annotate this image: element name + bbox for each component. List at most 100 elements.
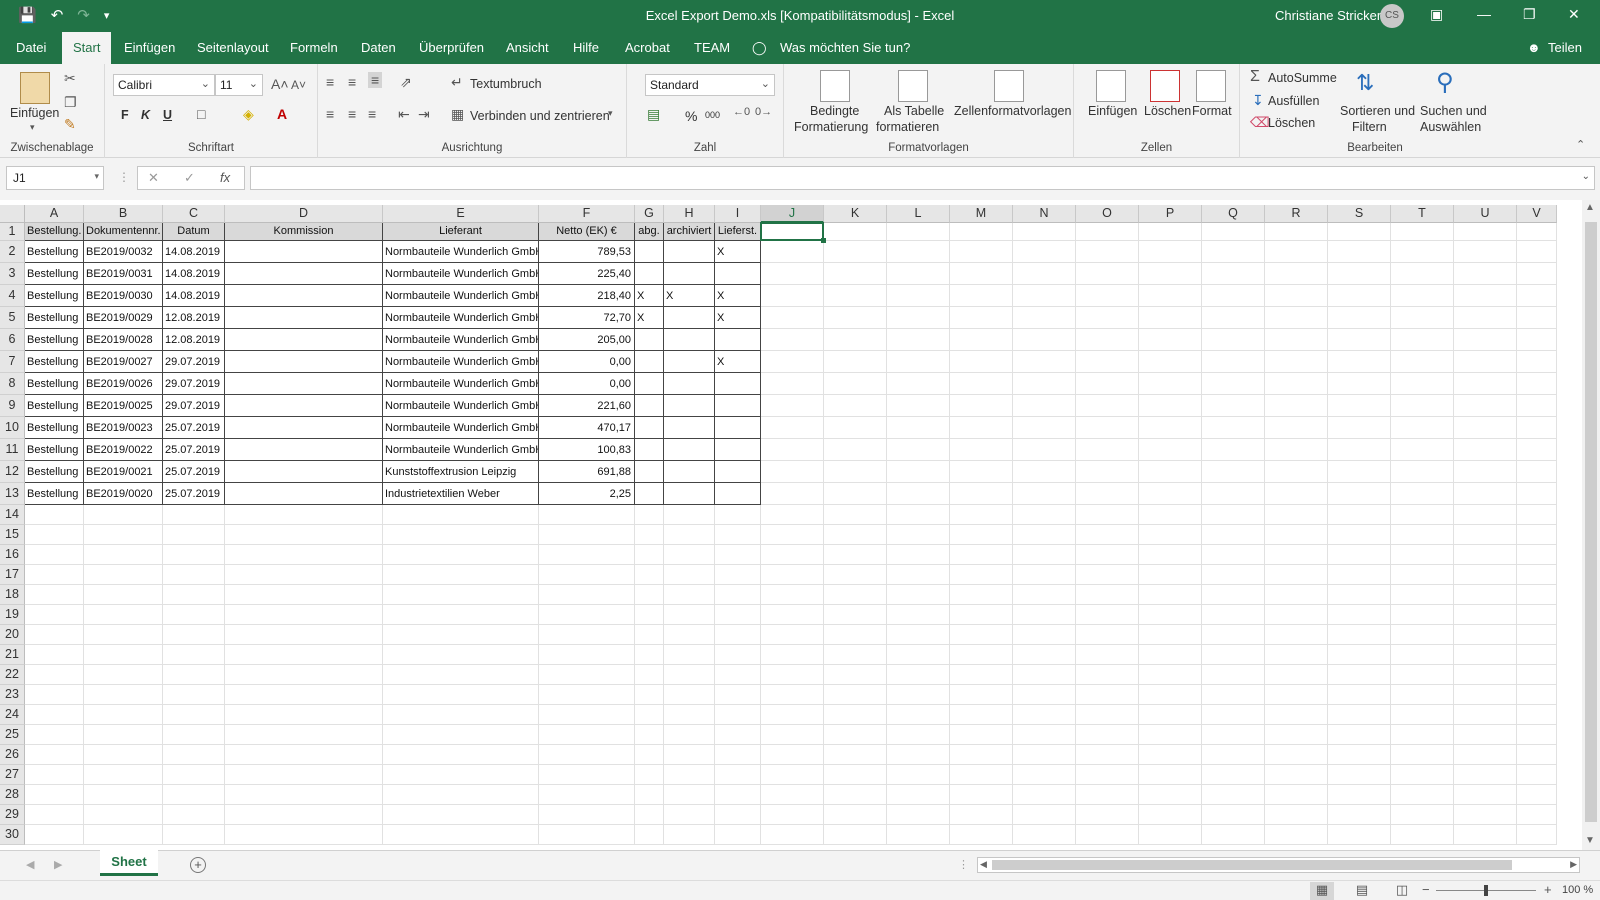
table-cell[interactable]	[225, 461, 383, 483]
empty-cell[interactable]	[539, 505, 635, 525]
empty-cell[interactable]	[1076, 263, 1139, 285]
table-cell[interactable]: 2,25	[539, 483, 635, 505]
empty-cell[interactable]	[84, 625, 163, 645]
merge-icon[interactable]: ▦	[451, 106, 464, 123]
empty-cell[interactable]	[664, 565, 715, 585]
empty-cell[interactable]	[1013, 825, 1076, 845]
horizontal-scrollbar[interactable]: ◀ ▶	[977, 857, 1580, 873]
column-header-n[interactable]: N	[1013, 205, 1076, 223]
empty-cell[interactable]	[1391, 645, 1454, 665]
empty-cell[interactable]	[1328, 805, 1391, 825]
empty-cell[interactable]	[1202, 483, 1265, 505]
empty-cell[interactable]	[715, 725, 761, 745]
empty-cell[interactable]	[635, 505, 664, 525]
empty-cell[interactable]	[1454, 505, 1517, 525]
scroll-left-icon[interactable]: ◀	[980, 859, 987, 870]
empty-cell[interactable]	[1139, 505, 1202, 525]
empty-cell[interactable]	[1013, 307, 1076, 329]
empty-cell[interactable]	[1517, 285, 1557, 307]
empty-cell[interactable]	[761, 439, 824, 461]
empty-cell[interactable]	[1391, 307, 1454, 329]
empty-cell[interactable]	[1202, 505, 1265, 525]
empty-cell[interactable]	[715, 645, 761, 665]
empty-cell[interactable]	[761, 585, 824, 605]
tab-seitenlayout[interactable]: Seitenlayout	[197, 40, 269, 55]
empty-cell[interactable]	[761, 825, 824, 845]
empty-cell[interactable]	[225, 765, 383, 785]
empty-cell[interactable]	[383, 505, 539, 525]
empty-cell[interactable]	[824, 525, 887, 545]
table-cell[interactable]	[225, 241, 383, 263]
align-center-icon[interactable]: ≡	[348, 106, 356, 122]
empty-cell[interactable]	[887, 745, 950, 765]
empty-cell[interactable]	[761, 745, 824, 765]
empty-cell[interactable]	[1265, 545, 1328, 565]
empty-cell[interactable]	[824, 241, 887, 263]
row-header[interactable]: 17	[0, 565, 25, 585]
empty-cell[interactable]	[824, 785, 887, 805]
empty-cell[interactable]	[383, 705, 539, 725]
empty-cell[interactable]	[1454, 525, 1517, 545]
empty-cell[interactable]	[887, 565, 950, 585]
format-as-table-label-2[interactable]: formatieren	[876, 120, 939, 134]
empty-cell[interactable]	[887, 263, 950, 285]
table-cell[interactable]: 12.08.2019	[163, 307, 225, 329]
empty-cell[interactable]	[761, 395, 824, 417]
sort-filter-icon[interactable]: ⇅	[1356, 70, 1374, 96]
empty-cell[interactable]	[635, 825, 664, 845]
empty-cell[interactable]	[664, 725, 715, 745]
table-cell[interactable]	[664, 351, 715, 373]
empty-cell[interactable]	[1076, 565, 1139, 585]
empty-cell[interactable]	[1139, 351, 1202, 373]
header-cell[interactable]: archiviert	[664, 223, 715, 241]
empty-cell[interactable]	[1265, 645, 1328, 665]
empty-cell[interactable]	[715, 685, 761, 705]
empty-cell[interactable]	[1013, 285, 1076, 307]
empty-cell[interactable]	[25, 545, 84, 565]
empty-cell[interactable]	[950, 565, 1013, 585]
shrink-font-icon[interactable]: A˅	[291, 78, 306, 92]
empty-cell[interactable]	[1328, 461, 1391, 483]
empty-cell[interactable]	[824, 685, 887, 705]
paste-button[interactable]: Einfügen	[10, 106, 59, 120]
conditional-formatting-label-1[interactable]: Bedingte	[810, 104, 859, 118]
table-cell[interactable]: Bestellung	[25, 263, 84, 285]
empty-cell[interactable]	[383, 565, 539, 585]
increase-indent-icon[interactable]: ⇥	[418, 106, 430, 123]
empty-cell[interactable]	[1517, 645, 1557, 665]
empty-cell[interactable]	[1454, 545, 1517, 565]
empty-cell[interactable]	[539, 605, 635, 625]
row-header[interactable]: 12	[0, 461, 25, 483]
empty-cell[interactable]	[225, 725, 383, 745]
empty-cell[interactable]	[1202, 329, 1265, 351]
empty-cell[interactable]	[1013, 223, 1076, 241]
empty-cell[interactable]	[25, 565, 84, 585]
empty-cell[interactable]	[1517, 625, 1557, 645]
column-header-b[interactable]: B	[84, 205, 163, 223]
header-cell[interactable]: Datum	[163, 223, 225, 241]
avatar[interactable]: CS	[1380, 4, 1404, 28]
name-box[interactable]: J1 ▾	[6, 166, 104, 190]
empty-cell[interactable]	[1391, 373, 1454, 395]
empty-cell[interactable]	[1328, 545, 1391, 565]
table-cell[interactable]: 221,60	[539, 395, 635, 417]
empty-cell[interactable]	[715, 665, 761, 685]
empty-cell[interactable]	[1139, 685, 1202, 705]
empty-cell[interactable]	[1139, 263, 1202, 285]
row-header[interactable]: 25	[0, 725, 25, 745]
empty-cell[interactable]	[539, 665, 635, 685]
empty-cell[interactable]	[1013, 705, 1076, 725]
empty-cell[interactable]	[761, 645, 824, 665]
table-cell[interactable]: Bestellung	[25, 395, 84, 417]
empty-cell[interactable]	[950, 395, 1013, 417]
table-cell[interactable]: 29.07.2019	[163, 351, 225, 373]
table-cell[interactable]: Bestellung	[25, 285, 84, 307]
empty-cell[interactable]	[824, 285, 887, 307]
empty-cell[interactable]	[887, 483, 950, 505]
empty-cell[interactable]	[1076, 351, 1139, 373]
empty-cell[interactable]	[1013, 439, 1076, 461]
empty-cell[interactable]	[1076, 585, 1139, 605]
empty-cell[interactable]	[635, 605, 664, 625]
table-cell[interactable]	[715, 483, 761, 505]
empty-cell[interactable]	[1328, 785, 1391, 805]
